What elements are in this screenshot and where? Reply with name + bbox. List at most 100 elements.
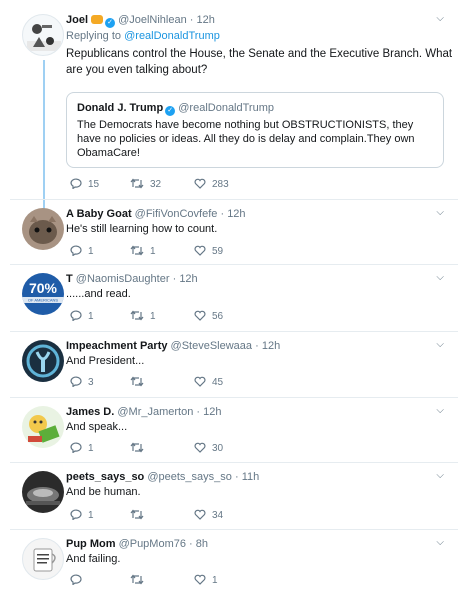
reply-button[interactable]: 15 — [70, 178, 99, 190]
separator-dot: · — [255, 340, 259, 352]
replying-to-label: Replying to — [66, 30, 122, 42]
chevron-down-icon[interactable]: ⌵ — [436, 272, 444, 283]
tweet-text: He's still learning how to count. — [66, 223, 218, 235]
tweet-actions: 3 45 — [66, 376, 446, 390]
separator-dot: · — [220, 208, 225, 220]
retweet-button[interactable] — [130, 574, 150, 586]
timestamp[interactable]: 12h — [262, 340, 280, 352]
reply-count: 1 — [88, 510, 94, 521]
tweet-reply[interactable]: 70% OF AMERICANS T @NaomisDaughter · 12h… — [0, 265, 468, 332]
author-handle[interactable]: @NaomisDaughter — [76, 273, 170, 285]
like-button[interactable]: 1 — [194, 574, 218, 586]
quoted-tweet[interactable]: Donald J. Trump ✓ @realDonaldTrump The De… — [66, 92, 444, 168]
reply-button[interactable]: 1 — [70, 245, 94, 257]
chevron-down-icon[interactable]: ⌵ — [436, 339, 444, 350]
avatar[interactable] — [22, 340, 64, 382]
like-button[interactable]: 34 — [194, 509, 223, 521]
like-button[interactable]: 283 — [194, 178, 229, 190]
tweet-text: And President... — [66, 355, 145, 367]
author-handle[interactable]: @Mr_Jamerton — [117, 406, 193, 418]
timestamp[interactable]: 12h — [179, 273, 197, 285]
tweet-actions: 1 34 — [66, 509, 446, 523]
author-name[interactable]: peets_says_so — [66, 471, 144, 483]
like-count: 30 — [212, 443, 224, 454]
like-count: 59 — [212, 246, 224, 257]
verified-badge-icon: ✓ — [105, 18, 116, 28]
reply-button[interactable]: 3 — [70, 376, 94, 388]
chevron-down-icon[interactable]: ⌵ — [436, 13, 444, 24]
heart-icon — [194, 574, 206, 585]
reply-count: 3 — [88, 377, 94, 388]
like-button[interactable]: 59 — [194, 245, 223, 257]
tweet-reply[interactable]: A Baby Goat @FifiVonCovfefe · 12h ⌵ He's… — [0, 200, 468, 265]
quoted-tweet-text: The Democrats have become nothing but OB… — [77, 119, 415, 159]
reply-button[interactable]: 1 — [70, 509, 94, 521]
author-name[interactable]: A Baby Goat — [66, 208, 132, 220]
heart-icon — [194, 376, 206, 387]
author-handle[interactable]: @FifiVonCovfefe — [135, 208, 218, 220]
heart-icon — [194, 178, 206, 189]
author-handle[interactable]: @SteveSlewaaa — [171, 340, 253, 352]
reply-count: 15 — [88, 179, 100, 190]
retweet-count: 1 — [150, 311, 156, 322]
heart-icon — [194, 245, 206, 256]
retweet-button[interactable]: 1 — [130, 245, 156, 257]
retweet-button[interactable]: 1 — [130, 310, 156, 322]
retweet-button[interactable] — [130, 509, 150, 521]
author-name[interactable]: Pup Mom — [66, 538, 116, 550]
tweet-reply[interactable]: James D. @Mr_Jamerton · 12h ⌵ And speak.… — [0, 398, 468, 463]
heart-icon — [194, 509, 206, 520]
retweet-count: 32 — [150, 179, 162, 190]
author-handle[interactable]: @JoelNihlean — [118, 14, 187, 26]
reply-icon — [70, 310, 82, 322]
retweet-button[interactable] — [130, 442, 150, 454]
tweet-text: And be human. — [66, 486, 141, 498]
chevron-down-icon[interactable]: ⌵ — [436, 470, 444, 481]
author-name[interactable]: Joel — [66, 14, 88, 26]
reply-button[interactable]: 1 — [70, 310, 94, 322]
avatar[interactable]: 70% OF AMERICANS — [22, 273, 64, 315]
retweet-button[interactable]: 32 — [130, 178, 161, 190]
separator-dot: · — [189, 538, 193, 550]
tweet-text: And failing. — [66, 553, 121, 565]
tweet-reply[interactable]: Pup Mom @PupMom76 · 8h ⌵ And failing. 1 — [0, 530, 468, 597]
author-handle[interactable]: @peets_says_so — [147, 471, 232, 483]
author-name[interactable]: James D. — [66, 406, 114, 418]
avatar[interactable] — [22, 208, 64, 250]
heart-icon — [194, 310, 206, 321]
tweet-joel[interactable]: Joel ✓ @JoelNihlean · 12h ⌵ Replying to @… — [0, 0, 468, 200]
avatar[interactable] — [22, 14, 64, 56]
avatar[interactable] — [22, 471, 64, 513]
reply-icon — [70, 245, 82, 257]
timestamp[interactable]: 12h — [227, 208, 245, 220]
timestamp[interactable]: 12h — [197, 14, 215, 26]
tweet-reply[interactable]: Impeachment Party @SteveSlewaaa · 12h ⌵ … — [0, 332, 468, 398]
like-button[interactable]: 56 — [194, 310, 223, 322]
retweet-button[interactable] — [130, 376, 150, 388]
retweet-icon — [130, 574, 144, 585]
tweet-actions: 1 1 56 — [66, 310, 446, 324]
quoted-author-name: Donald J. Trump — [77, 102, 164, 114]
chevron-down-icon[interactable]: ⌵ — [436, 537, 444, 548]
author-handle[interactable]: @PupMom76 — [119, 538, 186, 550]
chevron-down-icon[interactable]: ⌵ — [436, 405, 444, 416]
avatar[interactable] — [22, 538, 64, 580]
avatar[interactable] — [22, 406, 64, 448]
timestamp[interactable]: 12h — [203, 406, 221, 418]
tweet-reply[interactable]: peets_says_so @peets_says_so · 11h ⌵ And… — [0, 463, 468, 530]
reply-icon — [70, 376, 82, 388]
timestamp[interactable]: 11h — [242, 471, 260, 483]
chevron-down-icon[interactable]: ⌵ — [436, 207, 444, 218]
author-name[interactable]: T — [66, 273, 73, 285]
author-name[interactable]: Impeachment Party — [66, 340, 167, 352]
reply-icon — [70, 574, 82, 586]
separator-dot: · — [189, 14, 194, 26]
reply-button[interactable]: 1 — [70, 442, 94, 454]
replying-to-link[interactable]: @realDonaldTrump — [124, 30, 220, 42]
tweet-actions: 15 32 283 — [66, 178, 446, 192]
like-button[interactable]: 30 — [194, 442, 223, 454]
heart-icon — [194, 442, 206, 453]
reply-button[interactable] — [70, 574, 88, 586]
timestamp[interactable]: 8h — [196, 538, 208, 550]
like-button[interactable]: 45 — [194, 376, 223, 388]
